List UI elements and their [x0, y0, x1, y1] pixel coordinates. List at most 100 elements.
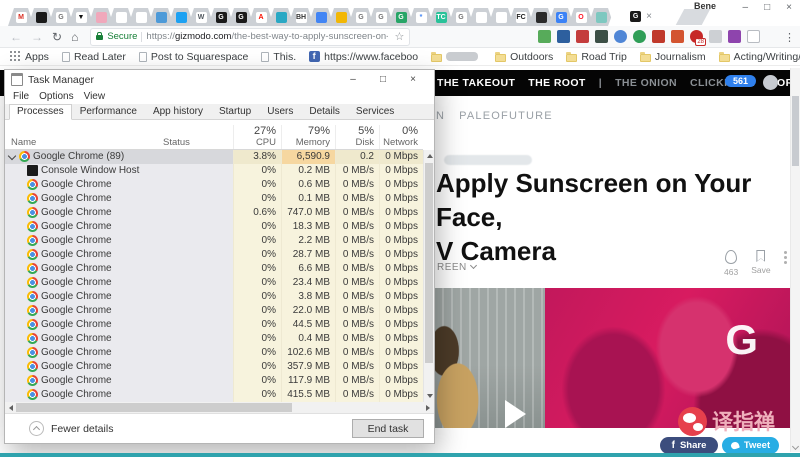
process-row[interactable]: Google Chrome 0% 357.9 MB 0 MB/s 0 Mbps: [5, 360, 423, 374]
expander-icon[interactable]: [5, 248, 19, 262]
bookmark-item[interactable]: This.: [261, 51, 296, 63]
forward-icon[interactable]: →: [31, 31, 43, 43]
notification-badge[interactable]: 561: [725, 75, 756, 87]
more-options[interactable]: [784, 250, 787, 254]
cpu-total[interactable]: 27%: [233, 125, 281, 137]
process-row[interactable]: Google Chrome 0% 102.6 MB 0 MB/s 0 Mbps: [5, 346, 423, 360]
facebook-share-button[interactable]: f Share: [660, 437, 718, 454]
bookmark-item[interactable]: Journalism: [640, 51, 706, 63]
expander-icon[interactable]: [5, 290, 19, 304]
flame-reaction[interactable]: 463: [724, 250, 738, 277]
bookmark-item[interactable]: [431, 52, 482, 62]
back-icon[interactable]: ←: [10, 31, 22, 43]
expander-icon[interactable]: [5, 192, 19, 206]
process-row[interactable]: Google Chrome 0.6% 747.0 MB 0 MB/s 0 Mbp…: [5, 206, 423, 220]
menu-item[interactable]: View: [84, 91, 106, 102]
task-manager-tab[interactable]: Details: [301, 104, 348, 120]
expander-icon[interactable]: [5, 388, 19, 402]
process-row[interactable]: Console Window Host 0% 0.2 MB 0 MB/s 0 M…: [5, 164, 423, 178]
scroll-up-icon[interactable]: [427, 154, 433, 158]
tweet-button[interactable]: Tweet: [722, 437, 779, 454]
save-control[interactable]: Save: [751, 250, 770, 275]
process-row[interactable]: Google Chrome 0% 44.5 MB 0 MB/s 0 Mbps: [5, 318, 423, 332]
extension-icon[interactable]: [652, 30, 665, 43]
expander-icon[interactable]: [5, 304, 19, 318]
extension-icon[interactable]: [671, 30, 684, 43]
bookmark-item[interactable]: Acting/Writing/Film: [719, 51, 800, 63]
network-total[interactable]: 0%: [379, 125, 423, 137]
article-tag[interactable]: REEN: [437, 262, 476, 273]
page-scrollbar-thumb[interactable]: [792, 96, 799, 166]
task-manager-tab[interactable]: Startup: [211, 104, 259, 120]
expander-icon[interactable]: [5, 220, 19, 234]
bookmark-item[interactable]: Road Trip: [566, 51, 627, 63]
scrollbar-thumb[interactable]: [425, 163, 433, 363]
column-memory[interactable]: Memory: [281, 137, 335, 149]
expander-icon[interactable]: [5, 318, 19, 332]
expander-icon[interactable]: [5, 164, 19, 178]
scroll-down-icon[interactable]: [427, 394, 433, 398]
expander-icon[interactable]: [5, 206, 19, 220]
tab-close-icon[interactable]: ×: [646, 11, 652, 22]
process-row[interactable]: Google Chrome 0% 18.3 MB 0 MB/s 0 Mbps: [5, 220, 423, 234]
column-name[interactable]: Name: [5, 137, 163, 149]
vertical-scrollbar[interactable]: [423, 150, 434, 402]
expander-icon[interactable]: [5, 346, 19, 360]
column-cpu[interactable]: CPU: [233, 137, 281, 149]
process-row[interactable]: Google Chrome 0% 0.4 MB 0 MB/s 0 Mbps: [5, 332, 423, 346]
window-control-button[interactable]: ×: [786, 2, 792, 13]
extension-icon[interactable]: [690, 30, 703, 43]
play-icon[interactable]: [505, 400, 526, 428]
extension-icon[interactable]: [709, 30, 722, 43]
task-manager-titlebar[interactable]: Task Manager –□×: [5, 70, 434, 89]
expander-icon[interactable]: [5, 178, 19, 192]
bookmark-item[interactable]: https://www.faceboo: [309, 51, 418, 63]
reload-icon[interactable]: ↻: [52, 31, 62, 43]
bookmark-item[interactable]: Outdoors: [495, 51, 553, 63]
bookmark-item[interactable]: Read Later: [62, 51, 126, 63]
process-row[interactable]: Google Chrome (89) 3.8% 6,590.9 MB 0.2 M…: [5, 150, 423, 164]
task-manager-tab[interactable]: Users: [259, 104, 301, 120]
process-row[interactable]: Google Chrome 0% 117.9 MB 0 MB/s 0 Mbps: [5, 374, 423, 388]
window-control-button[interactable]: □: [368, 74, 398, 85]
expander-icon[interactable]: [5, 150, 19, 164]
expander-icon[interactable]: [5, 374, 19, 388]
expander-icon[interactable]: [5, 262, 19, 276]
column-status[interactable]: Status: [163, 137, 233, 149]
extension-icon[interactable]: [614, 30, 627, 43]
new-tab-button[interactable]: [676, 9, 711, 25]
end-task-button[interactable]: End task: [352, 419, 424, 438]
extension-icon[interactable]: [595, 30, 608, 43]
process-row[interactable]: Google Chrome 0% 0.1 MB 0 MB/s 0 Mbps: [5, 192, 423, 206]
user-avatar-icon[interactable]: [763, 75, 778, 90]
column-disk[interactable]: Disk: [335, 137, 379, 149]
expander-icon[interactable]: [5, 360, 19, 374]
process-row[interactable]: Google Chrome 0% 22.0 MB 0 MB/s 0 Mbps: [5, 304, 423, 318]
nav-item[interactable]: THE ROOT: [528, 77, 585, 89]
task-manager-tab[interactable]: Processes: [9, 104, 72, 120]
task-manager-tab[interactable]: App history: [145, 104, 211, 120]
active-tab[interactable]: G ×: [608, 7, 674, 26]
nav-item[interactable]: THE ONION: [615, 77, 677, 89]
process-row[interactable]: Google Chrome 0% 2.2 MB 0 MB/s 0 Mbps: [5, 234, 423, 248]
process-row[interactable]: Google Chrome 0% 28.7 MB 0 MB/s 0 Mbps: [5, 248, 423, 262]
extension-icon[interactable]: [576, 30, 589, 43]
process-row[interactable]: Google Chrome 0% 23.4 MB 0 MB/s 0 Mbps: [5, 276, 423, 290]
menu-item[interactable]: File: [13, 91, 29, 102]
nav-item[interactable]: |: [599, 77, 602, 89]
window-control-button[interactable]: □: [764, 2, 770, 13]
scroll-left-icon[interactable]: [9, 405, 13, 411]
scroll-right-icon[interactable]: [426, 405, 430, 411]
address-bar[interactable]: Secure https://gizmodo.com/the-best-way-…: [90, 28, 410, 46]
process-row[interactable]: Google Chrome 0% 0.6 MB 0 MB/s 0 Mbps: [5, 178, 423, 192]
menu-item[interactable]: Options: [39, 91, 73, 102]
scrollbar-thumb[interactable]: [16, 403, 292, 412]
page-scrollbar[interactable]: [790, 68, 800, 452]
extension-icon[interactable]: [728, 30, 741, 43]
scroll-down-icon[interactable]: [792, 443, 799, 450]
extension-icon[interactable]: [633, 30, 646, 43]
nav-item[interactable]: THE TAKEOUT: [437, 77, 515, 89]
home-icon[interactable]: ⌂: [71, 31, 78, 43]
bookmark-item[interactable]: Post to Squarespace: [139, 51, 248, 63]
bookmark-item[interactable]: Apps: [10, 51, 49, 63]
